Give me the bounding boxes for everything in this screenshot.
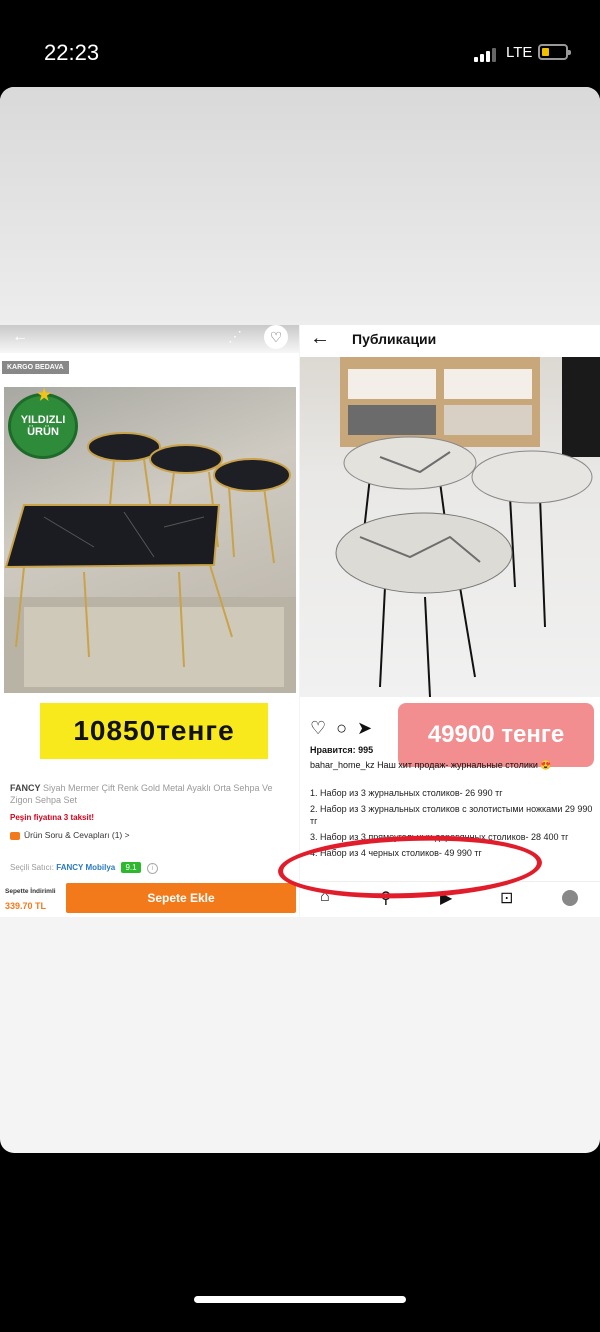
page-title: Публикации	[352, 331, 437, 347]
back-arrow-icon[interactable]: ←	[310, 327, 330, 350]
post-header	[300, 325, 600, 357]
likes-count[interactable]: Нравится: 995	[310, 745, 373, 755]
add-to-cart-button[interactable]: Sepete Ekle	[66, 883, 296, 913]
status-time: 22:23	[44, 40, 100, 65]
right-screenshot: ← Публикации ♡ ○ ➤ 49900 тенге Нравится:…	[300, 325, 600, 917]
avatar[interactable]	[562, 890, 578, 906]
share-icon[interactable]: ⋰	[228, 328, 242, 345]
installment-note: Peşin fiyatına 3 taksit!	[10, 813, 95, 822]
qa-link-label: Ürün Soru & Cevapları (1) >	[24, 830, 130, 840]
list-item: 1. Набор из 3 журнальных столиков- 26 99…	[310, 788, 503, 798]
content-card: ← ⋰ ♡ KARGO BEDAVA ★ YILDIZLI ÜRÜN 10850…	[0, 87, 600, 1153]
blank-area	[0, 87, 600, 325]
signal-icon	[474, 46, 498, 62]
brand-name[interactable]: FANCY	[10, 783, 41, 793]
discount-label: Sepette İndirimli	[5, 888, 56, 895]
seller-name[interactable]: FANCY Mobilya	[56, 863, 115, 872]
seller-rating: 9.1	[121, 862, 141, 873]
qa-link[interactable]: Ürün Soru & Cevapları (1) >	[10, 830, 130, 840]
featured-product-badge: ★ YILDIZLI ÜRÜN	[8, 387, 78, 459]
battery-icon	[538, 44, 571, 60]
send-icon[interactable]: ➤	[357, 718, 372, 738]
comment-icon[interactable]: ○	[336, 718, 347, 738]
post-photo[interactable]	[300, 357, 600, 698]
list-item: 2. Набор из 3 журнальных столиков с золо…	[310, 804, 593, 826]
home-indicator[interactable]	[194, 1296, 406, 1303]
free-shipping-badge: KARGO BEDAVA	[2, 361, 69, 374]
network-label: LTE	[506, 44, 533, 61]
post-actions: ♡ ○ ➤	[310, 718, 400, 742]
info-icon[interactable]: i	[146, 863, 158, 874]
product-title[interactable]: FANCY Siyah Mermer Çift Renk Gold Metal …	[10, 782, 290, 806]
badge-line2: ÜRÜN	[27, 426, 59, 438]
seller-label: Seçili Satıcı:	[10, 863, 55, 872]
post-caption: bahar_home_kz Наш хит продаж- журнальные…	[310, 759, 594, 771]
price-overlay-right: 49900 тенге	[398, 703, 594, 767]
price-overlay-left: 10850тенге	[40, 703, 268, 759]
seller-row: Seçili Satıcı: FANCY Mobilya 9.1 i	[10, 862, 158, 874]
username[interactable]: bahar_home_kz	[310, 760, 375, 770]
badge-line1: YILDIZLI	[20, 414, 66, 426]
favorite-icon[interactable]: ♡	[264, 325, 288, 349]
product-name: Siyah Mermer Çift Renk Gold Metal Ayaklı…	[10, 783, 273, 805]
back-arrow-icon[interactable]: ←	[12, 328, 28, 346]
marble-tables-illustration	[335, 357, 600, 698]
caption-text: Наш хит продаж- журнальные столики 😍	[377, 760, 552, 770]
like-icon[interactable]: ♡	[310, 718, 326, 738]
left-screenshot: ← ⋰ ♡ KARGO BEDAVA ★ YILDIZLI ÜRÜN 10850…	[0, 325, 299, 917]
star-icon: ★	[37, 387, 52, 404]
shop-icon[interactable]: ⊡	[500, 888, 513, 908]
left-topbar	[0, 325, 299, 353]
chat-icon	[10, 831, 20, 840]
discount-price: 339.70 TL	[5, 901, 47, 911]
